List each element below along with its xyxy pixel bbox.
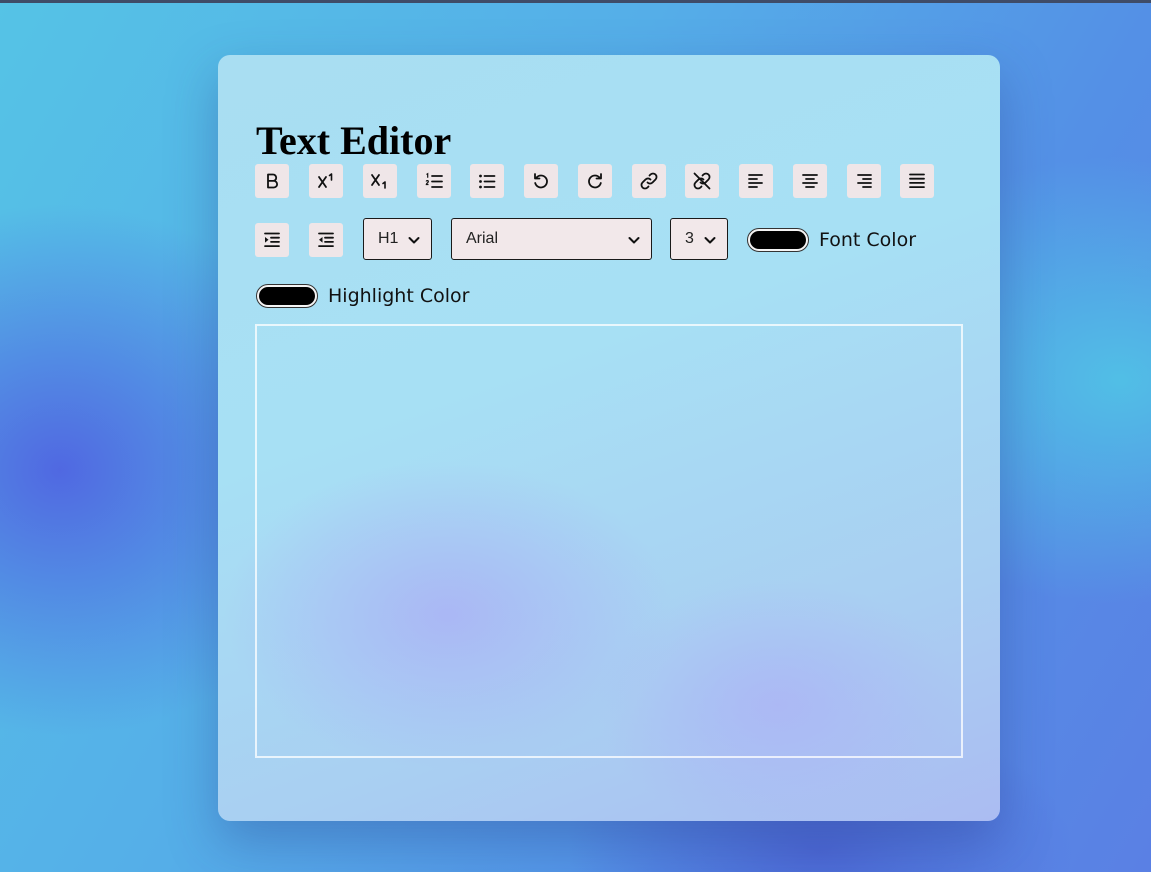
highlight-color-picker[interactable] <box>256 284 318 308</box>
superscript-button[interactable] <box>309 164 343 198</box>
justify-icon <box>909 173 925 188</box>
align-left-icon <box>748 174 763 188</box>
subscript-icon <box>371 174 386 189</box>
chevron-down-icon <box>628 237 640 244</box>
bold-icon <box>267 173 278 189</box>
font-color-swatch <box>750 231 806 249</box>
unlink-button[interactable] <box>685 164 719 198</box>
undo-icon <box>534 173 548 189</box>
bold-button[interactable] <box>255 164 289 198</box>
font-size-value: 3 <box>685 230 694 247</box>
font-color-label: Font Color <box>819 229 917 251</box>
ordered-list-button[interactable] <box>417 164 451 198</box>
font-size-select[interactable]: 3 <box>670 218 728 260</box>
browser-top-bar <box>0 0 1151 3</box>
unordered-list-icon <box>479 174 496 189</box>
redo-button[interactable] <box>578 164 612 198</box>
highlight-color-label: Highlight Color <box>328 285 470 307</box>
chevron-down-icon <box>408 237 420 244</box>
subscript-button[interactable] <box>363 164 397 198</box>
create-link-button[interactable] <box>632 164 666 198</box>
link-icon <box>640 172 658 190</box>
font-color-picker[interactable] <box>747 228 809 252</box>
outdent-button[interactable] <box>309 223 343 257</box>
unordered-list-button[interactable] <box>470 164 504 198</box>
redo-icon <box>588 173 602 189</box>
align-left-button[interactable] <box>739 164 773 198</box>
align-center-icon <box>802 174 818 188</box>
font-name-value: Arial <box>466 230 499 247</box>
superscript-icon <box>318 173 333 188</box>
justify-button[interactable] <box>900 164 934 198</box>
chevron-down-icon <box>704 237 716 244</box>
unlink-icon <box>693 172 711 190</box>
outdent-icon <box>318 232 334 247</box>
font-name-select[interactable]: Arial <box>451 218 652 260</box>
text-input-area[interactable] <box>255 324 963 758</box>
ordered-list-icon <box>425 172 443 188</box>
align-right-icon <box>857 174 872 188</box>
align-right-button[interactable] <box>847 164 881 198</box>
indent-icon <box>264 232 280 247</box>
indent-button[interactable] <box>255 223 289 257</box>
highlight-color-swatch <box>259 287 315 305</box>
format-block-value: H1 <box>378 230 399 247</box>
align-center-button[interactable] <box>793 164 827 198</box>
page-title: Text Editor <box>256 118 452 163</box>
format-block-select[interactable]: H1 <box>363 218 432 260</box>
undo-button[interactable] <box>524 164 558 198</box>
